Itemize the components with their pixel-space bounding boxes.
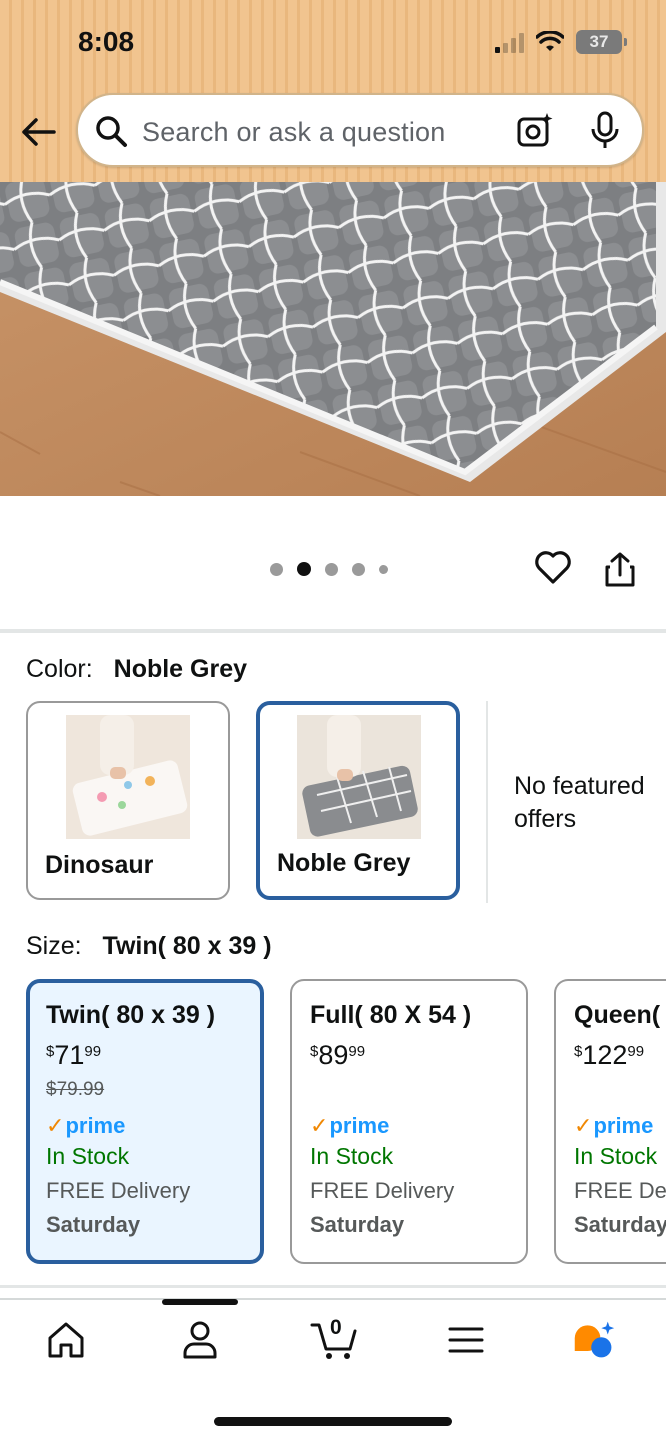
- price-whole: 71: [54, 1040, 85, 1070]
- heart-icon[interactable]: [534, 549, 572, 585]
- size-label-row: Size: Twin( 80 x 39 ): [26, 932, 272, 961]
- battery-icon: 37: [576, 30, 627, 54]
- camera-lens-icon[interactable]: [516, 112, 554, 150]
- size-option-price: $71 99: [46, 1040, 244, 1071]
- swatch-label: Dinosaur: [45, 851, 154, 879]
- size-option-full[interactable]: Full( 80 X 54 ) $89 99 ✓ prime In Stock FR…: [290, 979, 528, 1264]
- price-symbol: $: [46, 1043, 55, 1060]
- section-divider: [0, 1285, 666, 1288]
- home-indicator: [214, 1417, 452, 1426]
- color-label: Color:: [26, 655, 93, 683]
- delivery-day: Saturday: [574, 1212, 666, 1237]
- cellular-signal-icon: [495, 31, 524, 53]
- rufus-icon[interactable]: [572, 1318, 616, 1362]
- price-symbol: $: [310, 1043, 319, 1060]
- wifi-icon: [536, 31, 564, 51]
- swatch-label: Noble Grey: [277, 849, 411, 877]
- delivery-text: FREE Delivery: [310, 1178, 455, 1203]
- prime-badge: ✓ prime: [310, 1113, 508, 1139]
- swatch-thumbnail: [297, 715, 421, 839]
- account-icon[interactable]: [178, 1318, 222, 1362]
- size-option-price: $89 99: [310, 1040, 508, 1071]
- section-divider: [0, 629, 666, 633]
- back-arrow-icon[interactable]: [18, 112, 58, 152]
- prime-check-icon: ✓: [46, 1113, 65, 1138]
- size-label: Size:: [26, 932, 82, 960]
- size-option-twin[interactable]: Twin( 80 x 39 ) $71 99 $79.99 ✓ prime In S…: [26, 979, 264, 1264]
- pagination-dot[interactable]: [325, 562, 338, 576]
- search-placeholder: Search or ask a question: [142, 117, 446, 147]
- prime-check-icon: ✓: [574, 1113, 593, 1138]
- pagination-dot[interactable]: [270, 562, 283, 576]
- status-time: 8:08: [78, 26, 135, 57]
- size-option-queen[interactable]: Queen( $122 99 ✓ prime In Stock FREE Del S…: [554, 979, 666, 1264]
- color-label-row: Color: Noble Grey: [26, 655, 247, 684]
- stock-status: In Stock: [574, 1143, 658, 1169]
- size-option-title: Full( 80 X 54 ): [310, 1001, 472, 1029]
- prime-label: prime: [329, 1113, 390, 1138]
- home-icon[interactable]: [44, 1318, 88, 1362]
- microphone-icon[interactable]: [590, 111, 620, 151]
- prime-badge: ✓ prime: [574, 1113, 666, 1139]
- delivery-text: FREE Del: [574, 1178, 666, 1203]
- delivery-day: Saturday: [310, 1212, 405, 1237]
- delivery-day: Saturday: [46, 1212, 141, 1237]
- price-cents: 99: [84, 1043, 102, 1060]
- list-price: $79.99: [46, 1079, 105, 1100]
- search-input[interactable]: Search or ask a question: [76, 93, 644, 167]
- price-cents: 99: [348, 1043, 366, 1060]
- color-selected-value: Noble Grey: [113, 655, 248, 683]
- pagination-dot[interactable]: [379, 564, 388, 574]
- image-pagination[interactable]: [270, 562, 388, 576]
- share-icon[interactable]: [603, 551, 637, 589]
- size-selected-value: Twin( 80 x 39 ): [102, 932, 272, 960]
- search-icon: [96, 116, 127, 147]
- price-whole: 89: [318, 1040, 349, 1070]
- delivery-text: FREE Delivery: [46, 1178, 191, 1203]
- color-swatch-dinosaur[interactable]: Dinosaur: [26, 701, 230, 900]
- prime-badge: ✓ prime: [46, 1113, 244, 1139]
- app-header: 8:08 37 Search or ask a question: [0, 0, 666, 182]
- list-price: [310, 1079, 508, 1103]
- list-price: [574, 1079, 666, 1103]
- size-option-price: $122 99: [574, 1040, 666, 1071]
- cart-icon[interactable]: 0: [310, 1316, 358, 1362]
- stock-status: In Stock: [46, 1143, 130, 1169]
- swatch-thumbnail: [66, 715, 190, 839]
- menu-icon[interactable]: [444, 1318, 488, 1362]
- no-featured-offers-text: No featured offers: [514, 772, 645, 833]
- size-option-title: Queen(: [574, 1001, 661, 1029]
- prime-label: prime: [65, 1113, 126, 1138]
- prime-check-icon: ✓: [310, 1113, 329, 1138]
- pagination-dot-active[interactable]: [297, 562, 311, 576]
- stock-status: In Stock: [310, 1143, 394, 1169]
- size-option-title: Twin( 80 x 39 ): [46, 1001, 216, 1029]
- prime-label: prime: [593, 1113, 654, 1138]
- pagination-dot[interactable]: [352, 562, 365, 576]
- price-symbol: $: [574, 1043, 583, 1060]
- status-icons: 37: [495, 30, 627, 54]
- active-tab-indicator: [162, 1299, 238, 1305]
- price-cents: 99: [627, 1043, 645, 1060]
- cart-count: 0: [330, 1316, 342, 1339]
- color-swatch-noble-grey[interactable]: Noble Grey: [256, 701, 460, 900]
- price-whole: 122: [582, 1040, 628, 1070]
- vertical-divider: [486, 701, 488, 903]
- product-image[interactable]: [0, 182, 666, 496]
